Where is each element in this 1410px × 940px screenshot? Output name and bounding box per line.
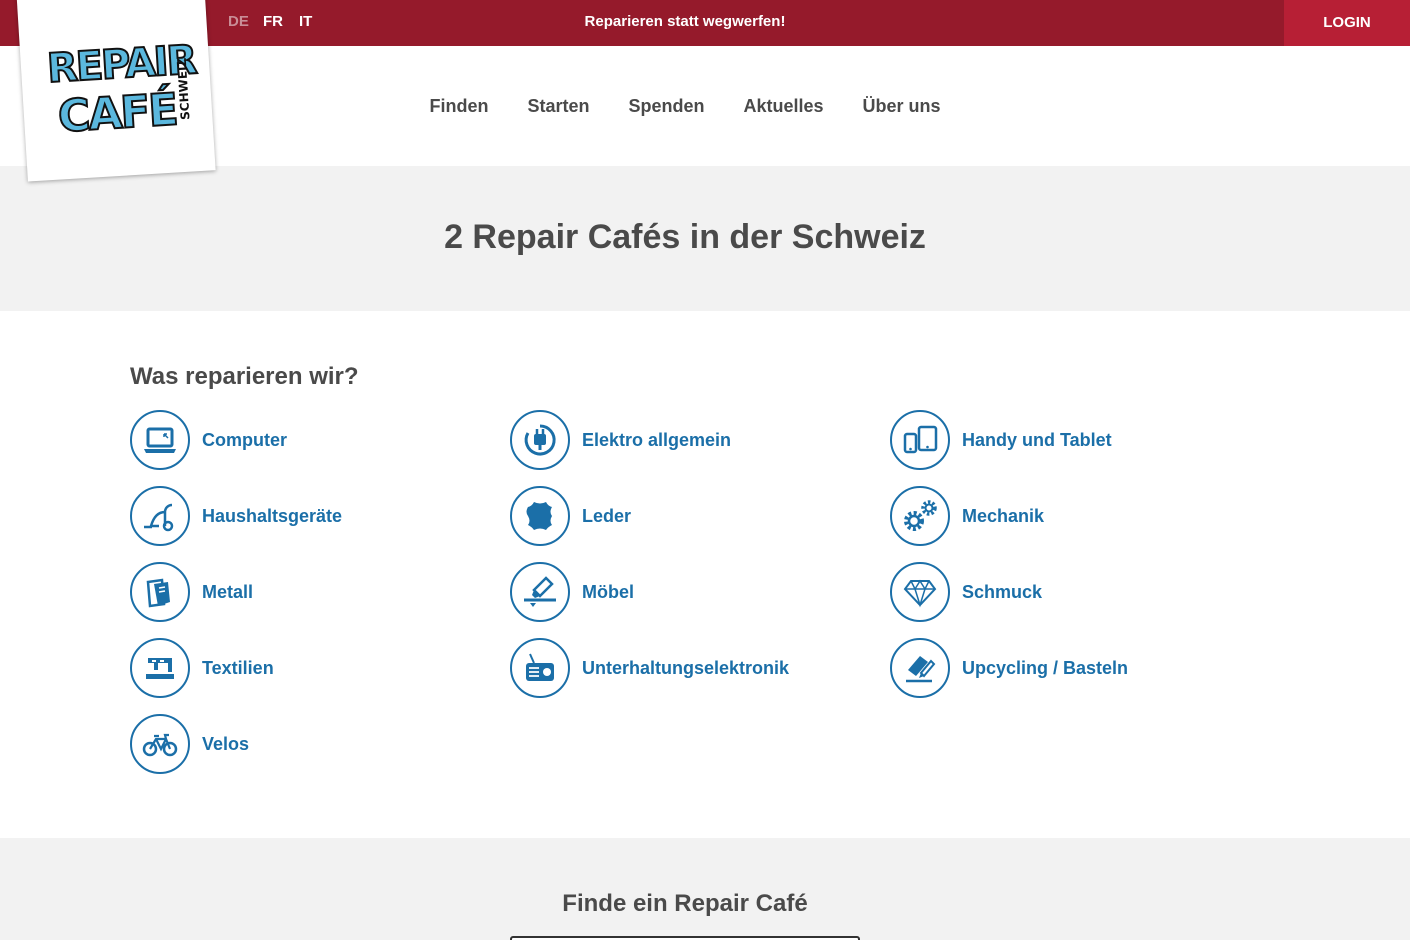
category-mechanik[interactable]: Mechanik [890, 486, 1044, 546]
category-label: Haushaltsgeräte [202, 505, 343, 526]
category-label: Möbel [582, 581, 634, 602]
bicycle-icon [130, 714, 190, 774]
category-label: Upcycling / Basteln [962, 657, 1129, 678]
category-computer[interactable]: Computer [130, 410, 287, 470]
top-bar: DE FR IT Reparieren statt wegwerfen! LOG… [0, 0, 1410, 46]
category-handy-und-tablet[interactable]: Handy und Tablet [890, 410, 1112, 470]
categories-title: Was reparieren wir? [130, 363, 359, 390]
furniture-icon [510, 562, 570, 622]
nav-ueber-uns[interactable]: Über uns [863, 96, 941, 117]
nav-finden[interactable]: Finden [429, 96, 488, 117]
category-velos[interactable]: Velos [130, 714, 249, 774]
category-leder[interactable]: Leder [510, 486, 631, 546]
category-label: Unterhaltungselektronik [582, 657, 790, 678]
finder-title: Finde ein Repair Café [562, 890, 808, 917]
category-unterhaltungselektronik[interactable]: Unterhaltungselektronik [510, 638, 789, 698]
page-title: 2 Repair Cafés in der Schweiz [444, 218, 926, 256]
sewing-machine-icon [130, 638, 190, 698]
category-textilien[interactable]: Textilien [130, 638, 274, 698]
repair-cafe-logo[interactable]: REPAIR CAFÉ SCHWEIZ [16, 0, 216, 182]
category-metall[interactable]: Metall [130, 562, 253, 622]
category-label: Leder [582, 505, 632, 526]
category-schmuck[interactable]: Schmuck [890, 562, 1042, 622]
category-label: Velos [202, 733, 250, 754]
category-label: Mechanik [962, 505, 1045, 526]
crafting-icon [890, 638, 950, 698]
radio-icon [510, 638, 570, 698]
metal-icon [130, 562, 190, 622]
nav-aktuelles[interactable]: Aktuelles [743, 96, 823, 117]
category-label: Schmuck [962, 581, 1043, 602]
category-haushaltsgeraete[interactable]: Haushaltsgeräte [130, 486, 342, 546]
nav-spenden[interactable]: Spenden [628, 96, 704, 117]
nav-starten[interactable]: Starten [527, 96, 589, 117]
finder-search-input[interactable] [510, 936, 860, 940]
plug-icon [510, 410, 570, 470]
category-label: Textilien [202, 657, 274, 678]
category-elektro-allgemein[interactable]: Elektro allgemein [510, 410, 731, 470]
category-moebel[interactable]: Möbel [510, 562, 634, 622]
category-upcycling-basteln[interactable]: Upcycling / Basteln [890, 638, 1128, 698]
finder-section: Finde ein Repair Café [0, 838, 1410, 940]
category-label: Elektro allgemein [582, 429, 732, 450]
category-label: Handy und Tablet [962, 429, 1112, 450]
phone-tablet-icon [890, 410, 950, 470]
login-button[interactable]: LOGIN [1284, 0, 1410, 46]
category-label: Metall [202, 581, 254, 602]
gears-icon [890, 486, 950, 546]
laptop-icon [130, 410, 190, 470]
diamond-icon [890, 562, 950, 622]
hero-section: 2 Repair Cafés in der Schweiz [0, 166, 1410, 311]
category-label: Computer [202, 429, 287, 450]
vacuum-icon [130, 486, 190, 546]
logo-line2: CAFÉ [56, 82, 177, 142]
leather-icon [510, 486, 570, 546]
